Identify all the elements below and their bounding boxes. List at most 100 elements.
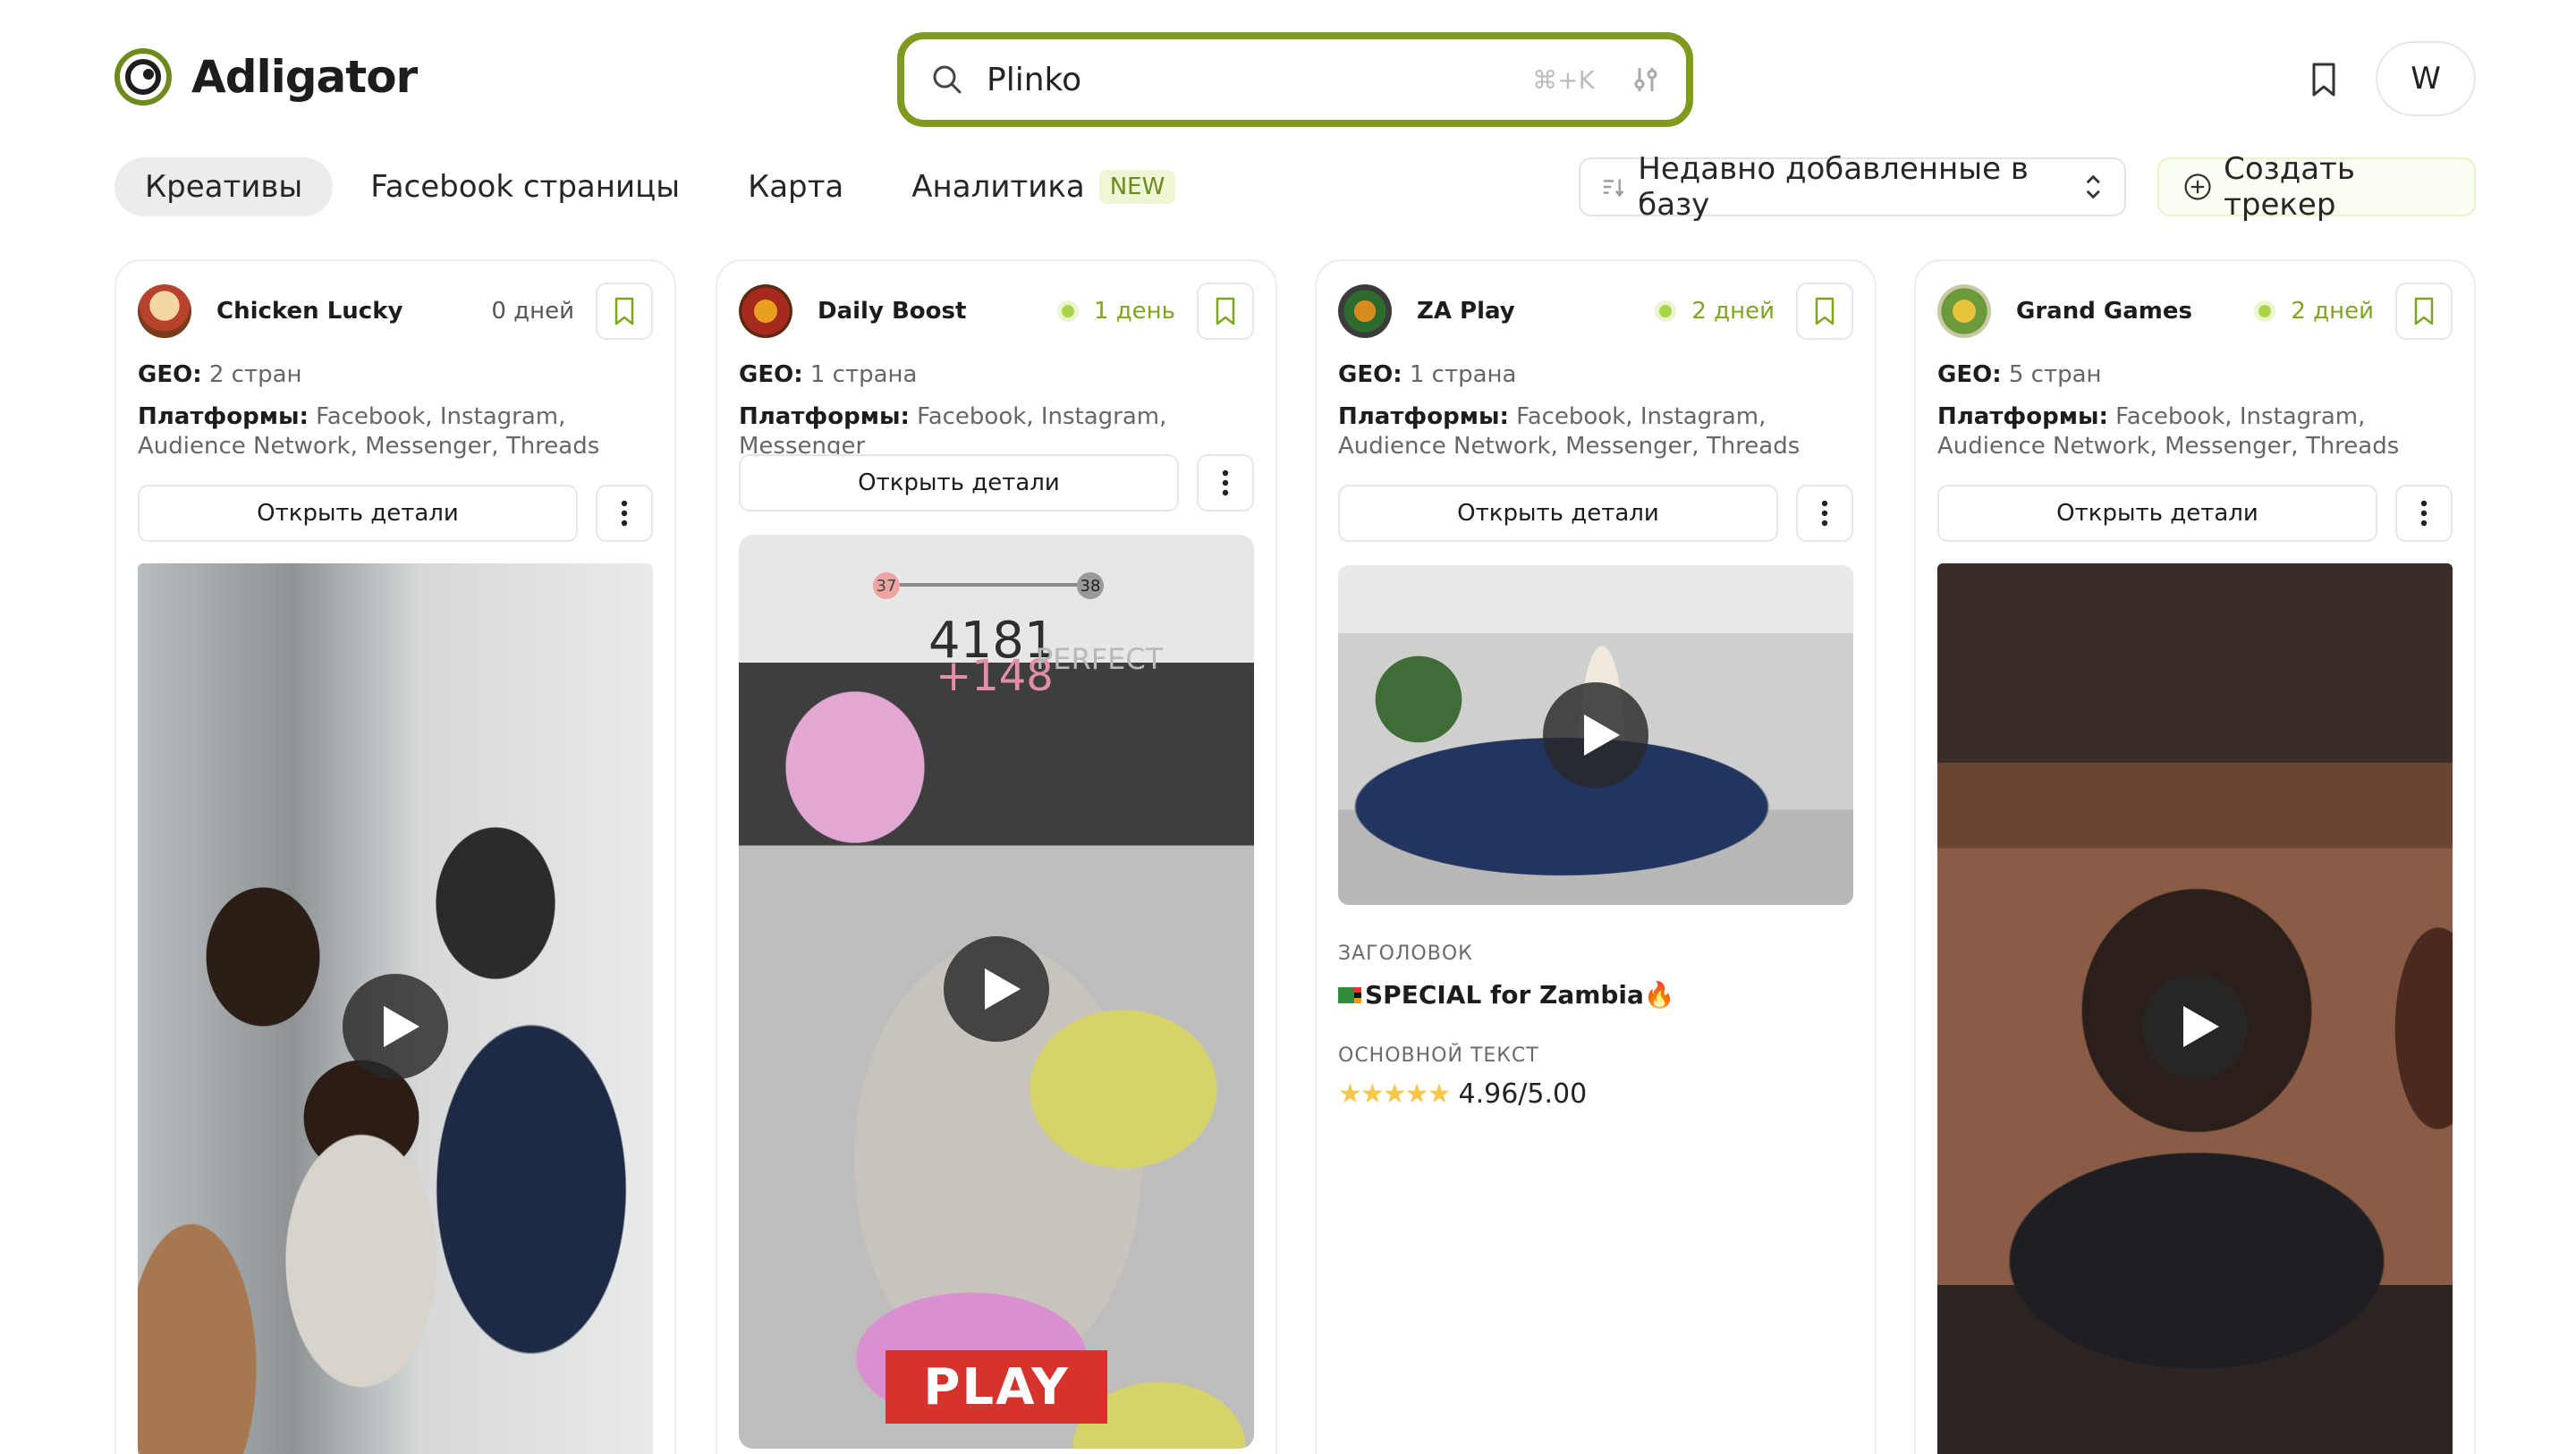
advertiser-avatar [1338,284,1392,338]
days-label: 2 дней [1691,298,1775,325]
geo-info: GEO: 5 стран [1937,361,2102,388]
geo-info: GEO: 1 страна [1338,361,1517,388]
open-details-button[interactable]: Открыть детали [1338,485,1778,542]
search-input[interactable]: Plinko [987,62,1532,98]
bookmark-button[interactable] [2395,283,2453,340]
tab-facebook-pages[interactable]: Facebook страницы [340,157,710,216]
level-start-marker: 37 [873,572,900,599]
advertiser-name[interactable]: Chicken Lucky [216,298,491,325]
chevron-updown-icon [2087,174,2101,199]
tab-analytics[interactable]: Аналитика NEW [881,157,1206,216]
tab-label: Креативы [145,169,303,205]
headline-text: SPECIAL for Zambia🔥 [1365,980,1675,1010]
geo-value: 1 страна [1409,361,1517,388]
body-text-label: ОСНОВНОЙ ТЕКСТ [1338,1044,1539,1067]
more-button[interactable] [596,485,653,542]
geo-label: GEO: [739,361,803,388]
tab-label: Facebook страницы [370,169,681,205]
open-details-button[interactable]: Открыть детали [1937,485,2377,542]
more-button[interactable] [2395,485,2453,542]
search-shortcut-hint: ⌘+K [1532,64,1595,95]
tab-label: Карта [748,169,844,205]
more-vertical-icon [1821,500,1828,527]
geo-value: 5 стран [2008,361,2102,388]
active-status-dot [2258,305,2272,317]
geo-value: 2 стран [208,361,302,388]
ad-rating: ★★★★★ 4.96/5.00 [1338,1078,1587,1110]
days-active: 0 дней [491,298,574,325]
days-active: 2 дней [1659,298,1775,325]
days-label: 1 день [1093,298,1175,325]
level-end-marker: 38 [1077,572,1104,599]
platforms-label: Платформы: [739,403,910,430]
platforms-label: Платформы: [1937,403,2108,430]
bookmarks-icon[interactable] [2303,59,2344,100]
user-avatar[interactable]: W [2376,41,2476,116]
create-tracker-label: Создать трекер [2224,151,2355,223]
sort-dropdown[interactable]: Недавно добавленные в базу [1579,151,2126,223]
bookmark-icon [614,297,634,325]
create-tracker-button[interactable]: Создать трекер [2157,151,2476,223]
play-button[interactable] [343,974,448,1079]
creative-video[interactable] [1338,565,1853,905]
bookmark-icon [1815,297,1835,325]
perfect-label: PERFECT [1036,642,1164,676]
rating-value: 4.96/5.00 [1458,1078,1588,1110]
geo-info: GEO: 1 страна [739,361,918,388]
creative-card: ZA Play 2 дней GEO: 1 страна Платформы: … [1315,259,1877,1454]
play-button[interactable] [1543,682,1648,788]
advertiser-name[interactable]: Daily Boost [818,298,1062,325]
tab-map[interactable]: Карта [717,157,874,216]
geo-label: GEO: [1937,361,2002,388]
bookmark-button[interactable] [1197,283,1254,340]
brand-logo[interactable]: Adligator [114,48,418,106]
advertiser-avatar [1937,284,1991,338]
active-status-dot [1659,305,1673,317]
creative-video[interactable]: 37 38 4181 +148 PERFECT PLAY [739,535,1254,1449]
geo-label: GEO: [138,361,202,388]
sort-icon [1603,179,1624,198]
brand-name: Adligator [191,51,418,103]
new-badge: NEW [1098,170,1176,204]
bookmark-icon [2414,297,2434,325]
advertiser-name[interactable]: Grand Games [2016,298,2258,325]
platforms-label: Платформы: [1338,403,1509,430]
search-icon [933,65,962,94]
logo-icon [114,48,172,106]
main-nav: Креативы Facebook страницы Карта Аналити… [114,157,1213,216]
creative-card: Chicken Lucky 0 дней GEO: 2 стран Платфо… [114,259,676,1454]
geo-value: 1 страна [809,361,918,388]
geo-info: GEO: 2 стран [138,361,302,388]
sort-label: Недавно добавленные в базу [1638,151,2029,223]
play-cta-button: PLAY [886,1350,1107,1424]
zambia-flag-icon [1338,986,1361,1003]
days-label: 2 дней [2291,298,2374,325]
ad-headline: SPECIAL for Zambia🔥 [1338,980,1675,1010]
more-vertical-icon [2420,500,2428,527]
star-rating-icon: ★★★★★ [1338,1078,1451,1110]
advertiser-avatar [138,284,191,338]
search-box[interactable]: Plinko ⌘+K [897,32,1693,127]
more-vertical-icon [1222,469,1229,496]
level-progress-track [873,583,1079,587]
creative-video[interactable] [138,563,653,1454]
filter-icon[interactable] [1631,64,1661,95]
geo-label: GEO: [1338,361,1402,388]
tab-creatives[interactable]: Креативы [114,157,334,216]
platforms-info: Платформы: Facebook, Instagram, Audience… [138,402,653,461]
open-details-button[interactable]: Открыть детали [138,485,578,542]
plus-circle-icon [2184,173,2211,200]
bookmark-button[interactable] [596,283,653,340]
days-active: 2 дней [2258,298,2374,325]
play-button[interactable] [944,936,1049,1042]
play-button[interactable] [2142,974,2248,1079]
more-button[interactable] [1197,454,1254,511]
bookmark-button[interactable] [1796,283,1853,340]
platforms-info: Платформы: Facebook, Instagram, Audience… [1937,402,2453,461]
platforms-label: Платформы: [138,403,309,430]
advertiser-name[interactable]: ZA Play [1417,298,1659,325]
bookmark-icon [1216,297,1235,325]
more-button[interactable] [1796,485,1853,542]
open-details-button[interactable]: Открыть детали [739,454,1179,511]
creative-video[interactable] [1937,563,2453,1454]
